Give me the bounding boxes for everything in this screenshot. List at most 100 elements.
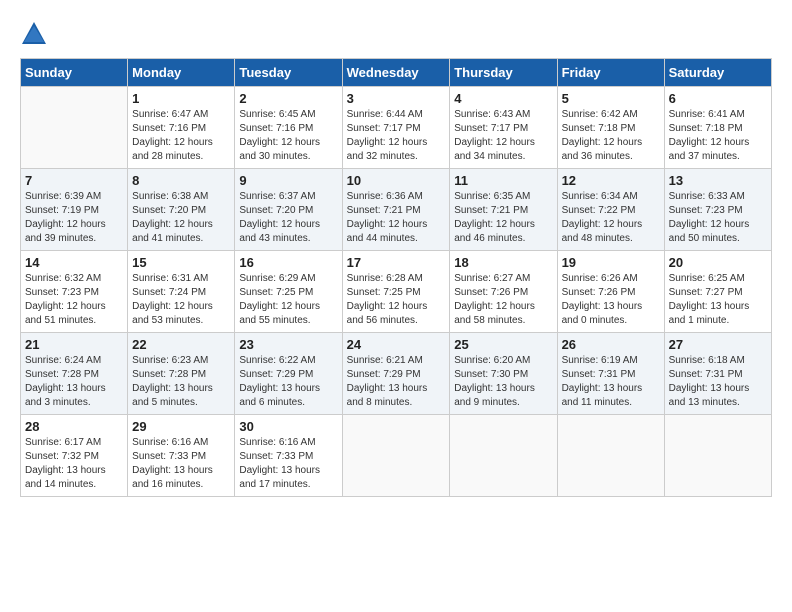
calendar-cell: 4 Sunrise: 6:43 AM Sunset: 7:17 PM Daylig… — [450, 87, 557, 169]
calendar-cell: 14 Sunrise: 6:32 AM Sunset: 7:23 PM Dayli… — [21, 251, 128, 333]
calendar-cell: 1 Sunrise: 6:47 AM Sunset: 7:16 PM Daylig… — [128, 87, 235, 169]
day-info: Sunrise: 6:41 AM Sunset: 7:18 PM Dayligh… — [669, 108, 767, 164]
day-number: 7 — [25, 173, 123, 188]
calendar-cell: 30Sunrise: 6:16 AM Sunset: 7:33 PM Dayli… — [235, 415, 342, 497]
day-number: 26 — [562, 337, 660, 352]
calendar-week-row: 21 Sunrise: 6:24 AM Sunset: 7:28 PM Dayli… — [21, 333, 772, 415]
calendar-cell: 21 Sunrise: 6:24 AM Sunset: 7:28 PM Dayli… — [21, 333, 128, 415]
weekday-header: Wednesday — [342, 59, 450, 87]
calendar-cell: 25 Sunrise: 6:20 AM Sunset: 7:30 PM Dayli… — [450, 333, 557, 415]
calendar-cell: 16 Sunrise: 6:29 AM Sunset: 7:25 PM Dayli… — [235, 251, 342, 333]
calendar-cell — [557, 415, 664, 497]
day-info: Sunrise: 6:32 AM Sunset: 7:23 PM Dayligh… — [25, 272, 123, 328]
calendar-cell: 3Sunrise: 6:44 AM Sunset: 7:17 PM Daylig… — [342, 87, 450, 169]
day-number: 10 — [347, 173, 446, 188]
day-number: 28 — [25, 419, 123, 434]
day-info: Sunrise: 6:47 AM Sunset: 7:16 PM Dayligh… — [132, 108, 230, 164]
calendar-cell: 5Sunrise: 6:42 AM Sunset: 7:18 PM Daylig… — [557, 87, 664, 169]
day-info: Sunrise: 6:39 AM Sunset: 7:19 PM Dayligh… — [25, 190, 123, 246]
day-number: 13 — [669, 173, 767, 188]
calendar-week-row: 1 Sunrise: 6:47 AM Sunset: 7:16 PM Daylig… — [21, 87, 772, 169]
calendar-cell: 24Sunrise: 6:21 AM Sunset: 7:29 PM Dayli… — [342, 333, 450, 415]
day-number: 15 — [132, 255, 230, 270]
day-info: Sunrise: 6:33 AM Sunset: 7:23 PM Dayligh… — [669, 190, 767, 246]
day-info: Sunrise: 6:34 AM Sunset: 7:22 PM Dayligh… — [562, 190, 660, 246]
page-header — [20, 20, 772, 48]
day-info: Sunrise: 6:38 AM Sunset: 7:20 PM Dayligh… — [132, 190, 230, 246]
day-info: Sunrise: 6:21 AM Sunset: 7:29 PM Dayligh… — [347, 354, 446, 410]
day-info: Sunrise: 6:29 AM Sunset: 7:25 PM Dayligh… — [239, 272, 337, 328]
day-number: 8 — [132, 173, 230, 188]
calendar-cell: 28Sunrise: 6:17 AM Sunset: 7:32 PM Dayli… — [21, 415, 128, 497]
calendar-cell: 2 Sunrise: 6:45 AM Sunset: 7:16 PM Daylig… — [235, 87, 342, 169]
calendar-cell: 27 Sunrise: 6:18 AM Sunset: 7:31 PM Dayli… — [664, 333, 771, 415]
day-info: Sunrise: 6:16 AM Sunset: 7:33 PM Dayligh… — [132, 436, 230, 492]
calendar-week-row: 14 Sunrise: 6:32 AM Sunset: 7:23 PM Dayli… — [21, 251, 772, 333]
day-number: 9 — [239, 173, 337, 188]
day-info: Sunrise: 6:24 AM Sunset: 7:28 PM Dayligh… — [25, 354, 123, 410]
day-info: Sunrise: 6:19 AM Sunset: 7:31 PM Dayligh… — [562, 354, 660, 410]
day-number: 30 — [239, 419, 337, 434]
calendar-cell: 20 Sunrise: 6:25 AM Sunset: 7:27 PM Dayli… — [664, 251, 771, 333]
day-number: 11 — [454, 173, 552, 188]
day-number: 25 — [454, 337, 552, 352]
weekday-header: Monday — [128, 59, 235, 87]
calendar-week-row: 28Sunrise: 6:17 AM Sunset: 7:32 PM Dayli… — [21, 415, 772, 497]
weekday-header: Tuesday — [235, 59, 342, 87]
weekday-header: Saturday — [664, 59, 771, 87]
logo — [20, 20, 52, 48]
calendar-cell: 29Sunrise: 6:16 AM Sunset: 7:33 PM Dayli… — [128, 415, 235, 497]
day-info: Sunrise: 6:18 AM Sunset: 7:31 PM Dayligh… — [669, 354, 767, 410]
calendar-cell: 8 Sunrise: 6:38 AM Sunset: 7:20 PM Daylig… — [128, 169, 235, 251]
day-info: Sunrise: 6:28 AM Sunset: 7:25 PM Dayligh… — [347, 272, 446, 328]
calendar-cell: 17 Sunrise: 6:28 AM Sunset: 7:25 PM Dayli… — [342, 251, 450, 333]
day-info: Sunrise: 6:35 AM Sunset: 7:21 PM Dayligh… — [454, 190, 552, 246]
day-number: 12 — [562, 173, 660, 188]
day-info: Sunrise: 6:37 AM Sunset: 7:20 PM Dayligh… — [239, 190, 337, 246]
day-number: 17 — [347, 255, 446, 270]
calendar-table: SundayMondayTuesdayWednesdayThursdayFrid… — [20, 58, 772, 497]
day-number: 27 — [669, 337, 767, 352]
weekday-header: Friday — [557, 59, 664, 87]
calendar-cell: 11 Sunrise: 6:35 AM Sunset: 7:21 PM Dayli… — [450, 169, 557, 251]
day-info: Sunrise: 6:31 AM Sunset: 7:24 PM Dayligh… — [132, 272, 230, 328]
day-number: 4 — [454, 91, 552, 106]
day-number: 1 — [132, 91, 230, 106]
day-number: 18 — [454, 255, 552, 270]
day-info: Sunrise: 6:22 AM Sunset: 7:29 PM Dayligh… — [239, 354, 337, 410]
day-info: Sunrise: 6:25 AM Sunset: 7:27 PM Dayligh… — [669, 272, 767, 328]
calendar-cell: 7 Sunrise: 6:39 AM Sunset: 7:19 PM Daylig… — [21, 169, 128, 251]
day-number: 2 — [239, 91, 337, 106]
logo-icon — [20, 20, 48, 48]
calendar-week-row: 7 Sunrise: 6:39 AM Sunset: 7:19 PM Daylig… — [21, 169, 772, 251]
calendar-cell: 9 Sunrise: 6:37 AM Sunset: 7:20 PM Daylig… — [235, 169, 342, 251]
day-info: Sunrise: 6:43 AM Sunset: 7:17 PM Dayligh… — [454, 108, 552, 164]
day-info: Sunrise: 6:20 AM Sunset: 7:30 PM Dayligh… — [454, 354, 552, 410]
day-number: 22 — [132, 337, 230, 352]
day-number: 6 — [669, 91, 767, 106]
calendar-cell: 18 Sunrise: 6:27 AM Sunset: 7:26 PM Dayli… — [450, 251, 557, 333]
day-number: 23 — [239, 337, 337, 352]
day-info: Sunrise: 6:45 AM Sunset: 7:16 PM Dayligh… — [239, 108, 337, 164]
calendar-cell: 13 Sunrise: 6:33 AM Sunset: 7:23 PM Dayli… — [664, 169, 771, 251]
day-number: 3 — [347, 91, 446, 106]
calendar-cell: 26 Sunrise: 6:19 AM Sunset: 7:31 PM Dayli… — [557, 333, 664, 415]
day-info: Sunrise: 6:27 AM Sunset: 7:26 PM Dayligh… — [454, 272, 552, 328]
calendar-cell — [342, 415, 450, 497]
day-number: 16 — [239, 255, 337, 270]
day-number: 19 — [562, 255, 660, 270]
day-number: 21 — [25, 337, 123, 352]
weekday-header: Sunday — [21, 59, 128, 87]
calendar-cell: 15 Sunrise: 6:31 AM Sunset: 7:24 PM Dayli… — [128, 251, 235, 333]
calendar-cell: 19Sunrise: 6:26 AM Sunset: 7:26 PM Dayli… — [557, 251, 664, 333]
calendar-cell: 23 Sunrise: 6:22 AM Sunset: 7:29 PM Dayli… — [235, 333, 342, 415]
calendar-cell: 22Sunrise: 6:23 AM Sunset: 7:28 PM Dayli… — [128, 333, 235, 415]
weekday-header: Thursday — [450, 59, 557, 87]
calendar-cell — [664, 415, 771, 497]
day-info: Sunrise: 6:36 AM Sunset: 7:21 PM Dayligh… — [347, 190, 446, 246]
day-number: 5 — [562, 91, 660, 106]
calendar-cell — [450, 415, 557, 497]
day-number: 14 — [25, 255, 123, 270]
calendar-cell: 12 Sunrise: 6:34 AM Sunset: 7:22 PM Dayli… — [557, 169, 664, 251]
day-number: 20 — [669, 255, 767, 270]
